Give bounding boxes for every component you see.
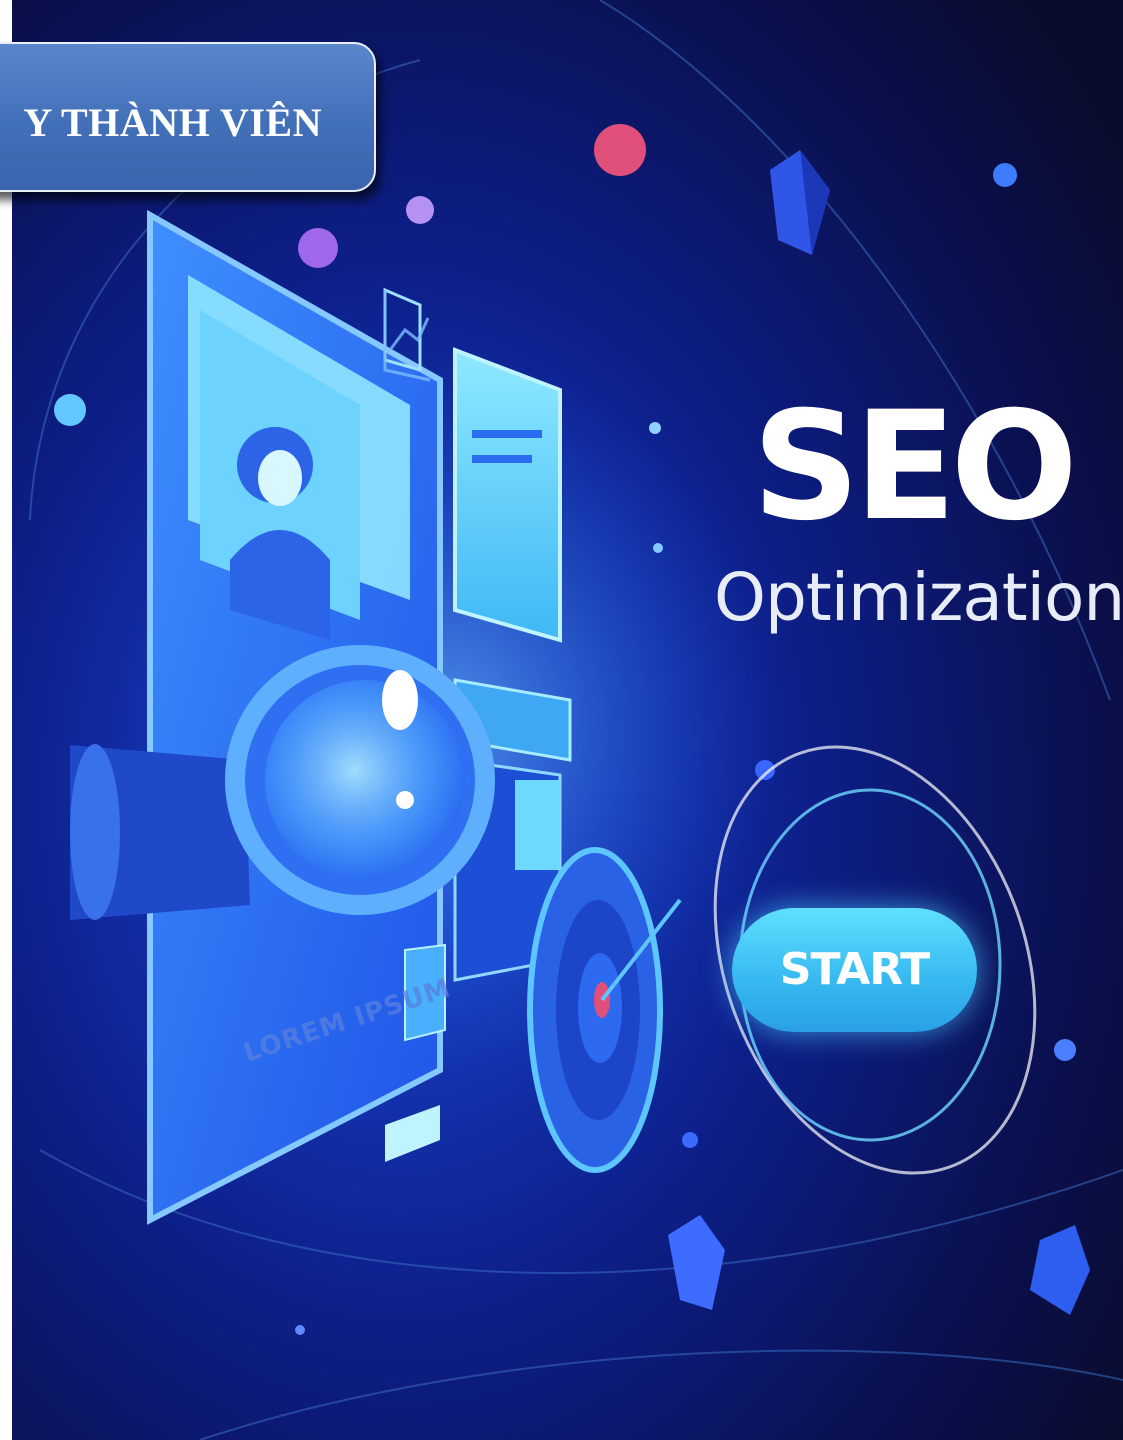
start-button[interactable]: START: [732, 908, 977, 1032]
banner-title: Y THÀNH VIÊN: [23, 100, 322, 145]
seo-subtitle: Optimization: [714, 559, 1123, 636]
seo-illustration: [0, 0, 1123, 1440]
seo-title: SEO: [752, 380, 1078, 554]
member-list-banner: Y THÀNH VIÊN: [0, 42, 376, 192]
start-button-label: START: [779, 944, 930, 995]
seo-slide: Y THÀNH VIÊN SEO Optimization START LORE…: [0, 0, 1123, 1440]
